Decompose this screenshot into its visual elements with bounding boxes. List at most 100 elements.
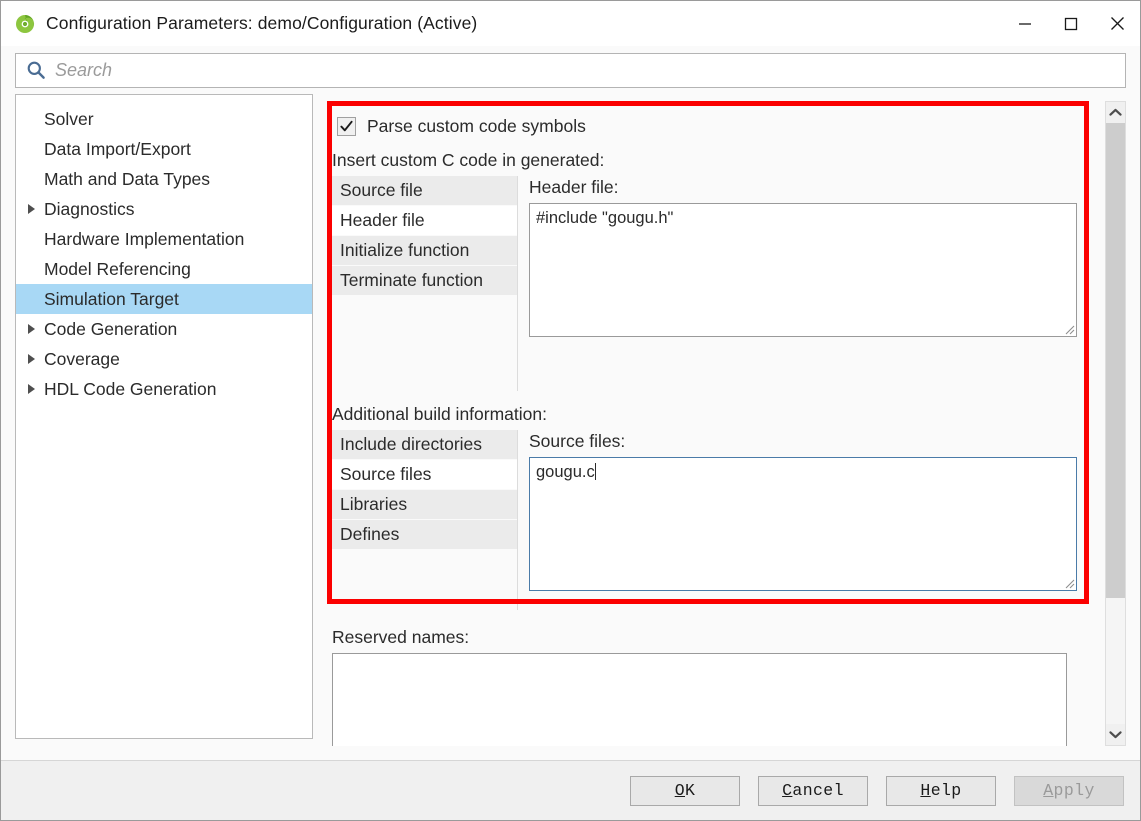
maximize-button[interactable]	[1048, 1, 1094, 46]
tab-label: Source files	[340, 464, 431, 485]
search-box[interactable]	[15, 53, 1126, 88]
tab-include-directories[interactable]: Include directories	[332, 430, 517, 460]
tablist-filler	[332, 296, 517, 391]
sidebar-item-hdl-code-generation[interactable]: HDL Code Generation	[16, 374, 312, 404]
sidebar-item-model-referencing[interactable]: Model Referencing	[16, 254, 312, 284]
sidebar-item-label: Coverage	[44, 349, 120, 370]
minimize-button[interactable]	[1002, 1, 1048, 46]
additional-build-tabgroup: Include directories Source files Librari…	[332, 430, 1077, 610]
close-icon	[1110, 16, 1125, 31]
search-input[interactable]	[55, 60, 1125, 81]
window-controls	[1002, 1, 1140, 46]
search-icon	[25, 59, 47, 81]
additional-build-tablist[interactable]: Include directories Source files Librari…	[332, 430, 518, 610]
tablist-filler	[332, 550, 517, 610]
sidebar-item-label: Solver	[44, 109, 94, 130]
insert-custom-code-tabgroup: Source file Header file Initialize funct…	[332, 176, 1077, 391]
scroll-thumb[interactable]	[1106, 123, 1125, 598]
sidebar-item-math-and-data-types[interactable]: Math and Data Types	[16, 164, 312, 194]
cancel-label-rest: ancel	[792, 781, 844, 800]
insert-custom-code-tablist[interactable]: Source file Header file Initialize funct…	[332, 176, 518, 391]
minimize-icon	[1018, 17, 1032, 31]
tab-terminate-function[interactable]: Terminate function	[332, 266, 517, 296]
maximize-icon	[1064, 17, 1078, 31]
sidebar-item-solver[interactable]: Solver	[16, 104, 312, 134]
sidebar-item-label: Model Referencing	[44, 259, 191, 280]
cancel-button[interactable]: Cancel	[758, 776, 868, 806]
help-label-rest: elp	[931, 781, 962, 800]
main-body: Solver Data Import/Export Math and Data …	[1, 94, 1140, 760]
reserved-names-textarea[interactable]	[332, 653, 1067, 746]
window-title: Configuration Parameters: demo/Configura…	[46, 13, 477, 34]
sidebar-item-data-import-export[interactable]: Data Import/Export	[16, 134, 312, 164]
right-pane-wrapper: Parse custom code symbols Insert custom …	[325, 94, 1126, 760]
expand-arrow-icon[interactable]	[18, 324, 44, 334]
apply-label-rest: pply	[1054, 781, 1095, 800]
cancel-mnemonic: C	[782, 781, 792, 800]
tab-label: Initialize function	[340, 240, 469, 261]
sidebar-item-label: Simulation Target	[44, 289, 179, 310]
source-files-textarea-wrap: gougu.c	[529, 457, 1077, 591]
additional-build-pane: Source files: gougu.c	[518, 430, 1077, 610]
sidebar-item-hardware-implementation[interactable]: Hardware Implementation	[16, 224, 312, 254]
dialog-footer: OK Cancel Help Apply	[1, 760, 1140, 820]
settings-tree[interactable]: Solver Data Import/Export Math and Data …	[15, 94, 313, 739]
tab-label: Include directories	[340, 434, 482, 455]
chevron-up-icon	[1109, 108, 1122, 117]
help-mnemonic: H	[920, 781, 930, 800]
help-button[interactable]: Help	[886, 776, 996, 806]
parse-custom-code-symbols-checkbox[interactable]	[337, 117, 356, 136]
ok-button[interactable]: OK	[630, 776, 740, 806]
source-files-textarea[interactable]: gougu.c	[529, 457, 1077, 591]
text-caret	[595, 463, 596, 480]
sidebar-item-label: Code Generation	[44, 319, 177, 340]
expand-arrow-icon[interactable]	[18, 354, 44, 364]
sidebar-item-simulation-target[interactable]: Simulation Target	[16, 284, 312, 314]
sidebar-item-label: Diagnostics	[44, 199, 134, 220]
scroll-track[interactable]	[1106, 123, 1125, 724]
configuration-parameters-window: Configuration Parameters: demo/Configura…	[0, 0, 1141, 821]
header-file-textarea[interactable]: #include "gougu.h"	[529, 203, 1077, 337]
header-file-textarea-wrap: #include "gougu.h"	[529, 203, 1077, 337]
parse-custom-code-symbols-label: Parse custom code symbols	[367, 116, 586, 137]
tab-label: Libraries	[340, 494, 407, 515]
parse-custom-code-symbols-row[interactable]: Parse custom code symbols	[337, 116, 1077, 137]
title-bar: Configuration Parameters: demo/Configura…	[1, 1, 1140, 46]
reserved-names-wrap	[332, 653, 1067, 746]
tab-label: Defines	[340, 524, 399, 545]
expand-arrow-icon[interactable]	[18, 204, 44, 214]
source-files-pane-label: Source files:	[529, 431, 1077, 452]
ok-label-rest: K	[685, 781, 695, 800]
tab-label: Source file	[340, 180, 423, 201]
scroll-down-button[interactable]	[1106, 724, 1125, 745]
sidebar-item-coverage[interactable]: Coverage	[16, 344, 312, 374]
close-button[interactable]	[1094, 1, 1140, 46]
panel-vertical-scrollbar[interactable]	[1105, 101, 1126, 746]
additional-build-information-label: Additional build information:	[332, 404, 1077, 425]
sidebar-item-label: Math and Data Types	[44, 169, 210, 190]
insert-custom-code-pane: Header file: #include "gougu.h"	[518, 176, 1077, 391]
scroll-up-button[interactable]	[1106, 102, 1125, 123]
tab-defines[interactable]: Defines	[332, 520, 517, 550]
source-files-value: gougu.c	[536, 463, 595, 481]
apply-mnemonic: A	[1043, 781, 1053, 800]
header-file-pane-label: Header file:	[529, 177, 1077, 198]
sidebar-item-label: HDL Code Generation	[44, 379, 217, 400]
tab-label: Terminate function	[340, 270, 483, 291]
insert-custom-code-label: Insert custom C code in generated:	[332, 150, 1077, 171]
reserved-names-label: Reserved names:	[332, 627, 1077, 648]
expand-arrow-icon[interactable]	[18, 384, 44, 394]
tab-label: Header file	[340, 210, 425, 231]
chevron-down-icon	[1109, 730, 1122, 739]
tab-source-files[interactable]: Source files	[332, 460, 517, 490]
tab-initialize-function[interactable]: Initialize function	[332, 236, 517, 266]
apply-button[interactable]: Apply	[1014, 776, 1124, 806]
tab-libraries[interactable]: Libraries	[332, 490, 517, 520]
simulink-logo-icon	[14, 13, 36, 35]
tab-header-file[interactable]: Header file	[332, 206, 517, 236]
sidebar-item-diagnostics[interactable]: Diagnostics	[16, 194, 312, 224]
sidebar-item-code-generation[interactable]: Code Generation	[16, 314, 312, 344]
simulation-target-panel: Parse custom code symbols Insert custom …	[325, 101, 1077, 746]
tab-source-file[interactable]: Source file	[332, 176, 517, 206]
search-row	[1, 46, 1140, 94]
